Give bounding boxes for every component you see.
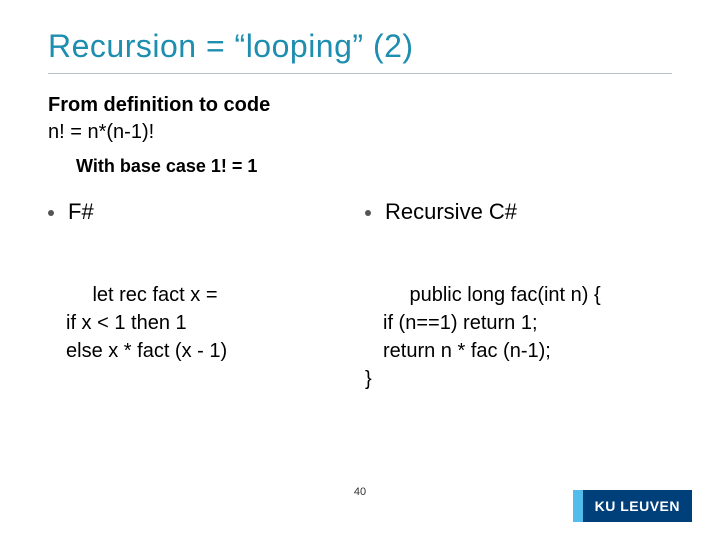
code-line: let rec fact x = (92, 284, 217, 306)
right-code: public long fac(int n) { if (n==1) retur… (365, 253, 672, 393)
right-heading: Recursive C# (365, 199, 672, 225)
right-column: Recursive C# public long fac(int n) { if… (365, 199, 672, 393)
columns: F# let rec fact x = if x < 1 then 1else … (48, 199, 672, 393)
code-line: } (365, 368, 372, 390)
intro-block: From definition to code n! = n*(n-1)! (48, 92, 672, 146)
title-rule (48, 73, 672, 74)
slide: Recursion = “looping” (2) From definitio… (0, 0, 720, 540)
base-case: With base case 1! = 1 (76, 156, 672, 177)
left-heading-text: F# (68, 199, 94, 225)
bullet-icon (365, 210, 371, 216)
code-line: else x * fact (x - 1) (48, 337, 355, 365)
code-line: return n * fac (n-1); (365, 337, 672, 365)
code-line: public long fac(int n) { (409, 284, 600, 306)
code-line: if x < 1 then 1 (48, 309, 355, 337)
right-heading-text: Recursive C# (385, 199, 517, 225)
kuleuven-logo: KU LEUVEN (583, 490, 692, 522)
bullet-icon (48, 210, 54, 216)
slide-number: 40 (354, 486, 366, 498)
left-code: let rec fact x = if x < 1 then 1else x *… (48, 253, 355, 365)
left-heading: F# (48, 199, 355, 225)
intro-line1: From definition to code (48, 92, 672, 119)
code-line: if (n==1) return 1; (365, 309, 672, 337)
left-column: F# let rec fact x = if x < 1 then 1else … (48, 199, 355, 393)
slide-title: Recursion = “looping” (2) (48, 28, 672, 71)
intro-line2: n! = n*(n-1)! (48, 119, 672, 146)
